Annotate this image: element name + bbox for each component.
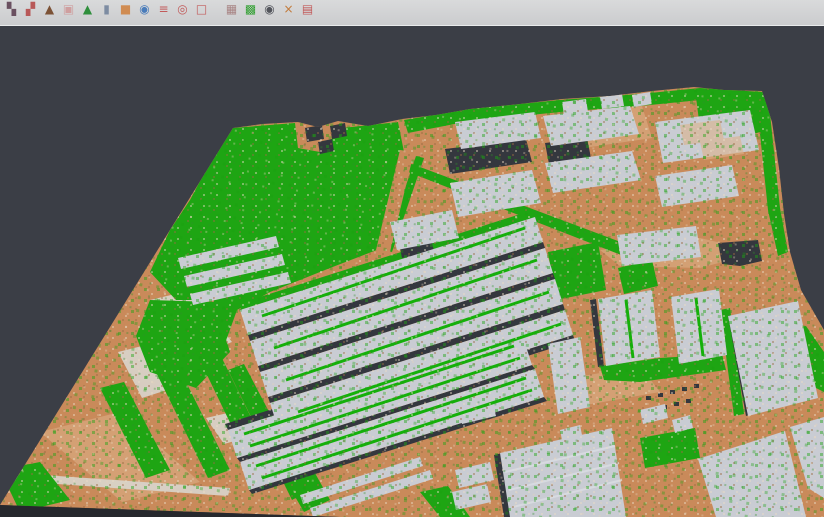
import-cloud-icon[interactable]: ▞ — [22, 1, 39, 18]
snapshot-icon[interactable]: ▣ — [60, 1, 77, 18]
open-file-icon[interactable]: ▚ — [3, 1, 20, 18]
classification-colors-icon[interactable]: ▩ — [242, 1, 259, 18]
measure-icon[interactable]: × — [280, 1, 297, 18]
camera-icon[interactable]: ◉ — [261, 1, 278, 18]
grid-icon[interactable]: ▦ — [223, 1, 240, 18]
surface-model-icon[interactable]: ▲ — [79, 1, 96, 18]
profile-view-icon[interactable]: ▮ — [98, 1, 115, 18]
target-icon[interactable]: ◎ — [174, 1, 191, 18]
toolbar: ▚▞▲▣▲▮■◉≡◎□▦▩◉×▤ — [0, 0, 824, 26]
terrain-icon[interactable]: ▲ — [41, 1, 58, 18]
layers-icon[interactable]: ▤ — [299, 1, 316, 18]
viewport-3d[interactable] — [0, 0, 824, 517]
display-settings-icon[interactable]: ≡ — [155, 1, 172, 18]
orthophoto-icon[interactable]: ■ — [117, 1, 134, 18]
globe-icon[interactable]: ◉ — [136, 1, 153, 18]
zoom-extents-icon[interactable]: □ — [193, 1, 210, 18]
